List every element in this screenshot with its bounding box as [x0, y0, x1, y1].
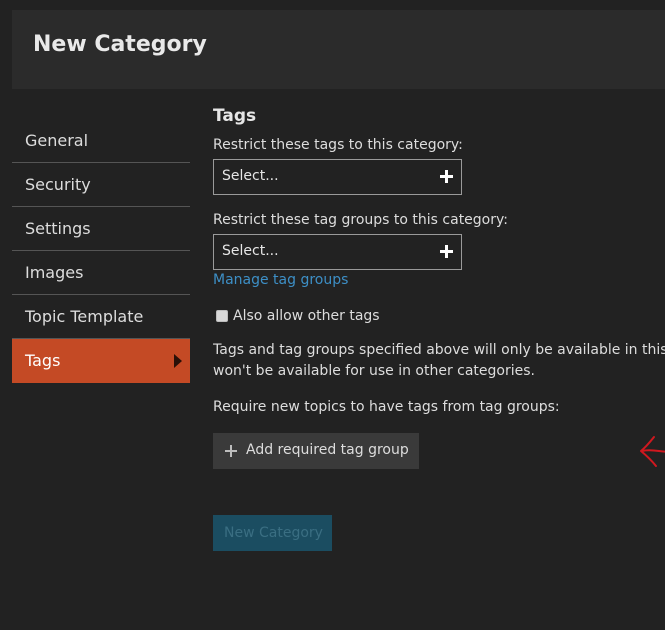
new-category-submit-label: New Category — [224, 525, 323, 541]
allow-other-tags-label: Also allow other tags — [233, 308, 380, 324]
nav-item-label: Settings — [25, 219, 91, 238]
nav-item-topic-template[interactable]: Topic Template — [12, 295, 190, 339]
add-required-tag-group-label: Add required tag group — [246, 442, 409, 458]
new-category-submit-button[interactable]: New Category — [213, 515, 332, 551]
nav-item-label: Security — [25, 175, 91, 194]
nav-item-images[interactable]: Images — [12, 251, 190, 295]
nav-item-label: Topic Template — [25, 307, 144, 326]
nav-item-settings[interactable]: Settings — [12, 207, 190, 251]
nav-item-tags[interactable]: Tags — [12, 339, 190, 383]
restrict-tag-groups-select[interactable]: Select... — [213, 234, 462, 270]
plus-icon — [440, 170, 453, 183]
restrict-tags-select-value: Select... — [222, 168, 279, 184]
tags-help-text-line-2: won't be available for use in other cate… — [213, 363, 535, 379]
restrict-tag-groups-label: Restrict these tag groups to this catego… — [213, 212, 508, 228]
nav-item-label: Tags — [25, 351, 61, 370]
hand-drawn-arrow-icon — [640, 436, 665, 467]
restrict-tag-groups-select-value: Select... — [222, 243, 279, 259]
nav-item-label: General — [25, 131, 89, 150]
section-title: Tags — [213, 106, 257, 126]
required-tag-groups-label: Require new topics to have tags from tag… — [213, 399, 560, 415]
restrict-tags-label: Restrict these tags to this category: — [213, 137, 463, 153]
caret-right-icon — [174, 354, 182, 368]
tags-help-text-line-1: Tags and tag groups specified above will… — [213, 342, 665, 358]
nav-item-general[interactable]: General — [12, 119, 190, 163]
category-nav: General Security Settings Images Topic T… — [12, 119, 190, 383]
modal-title: New Category — [33, 32, 207, 57]
plus-icon — [440, 245, 453, 258]
nav-item-security[interactable]: Security — [12, 163, 190, 207]
tags-settings-panel: Tags Restrict these tags to this categor… — [213, 0, 665, 630]
restrict-tags-select[interactable]: Select... — [213, 159, 462, 195]
add-required-tag-group-button[interactable]: Add required tag group — [213, 433, 419, 469]
plus-icon — [225, 445, 237, 457]
allow-other-tags-checkbox[interactable] — [216, 310, 228, 322]
nav-item-label: Images — [25, 263, 84, 282]
manage-tag-groups-link[interactable]: Manage tag groups — [213, 272, 348, 288]
